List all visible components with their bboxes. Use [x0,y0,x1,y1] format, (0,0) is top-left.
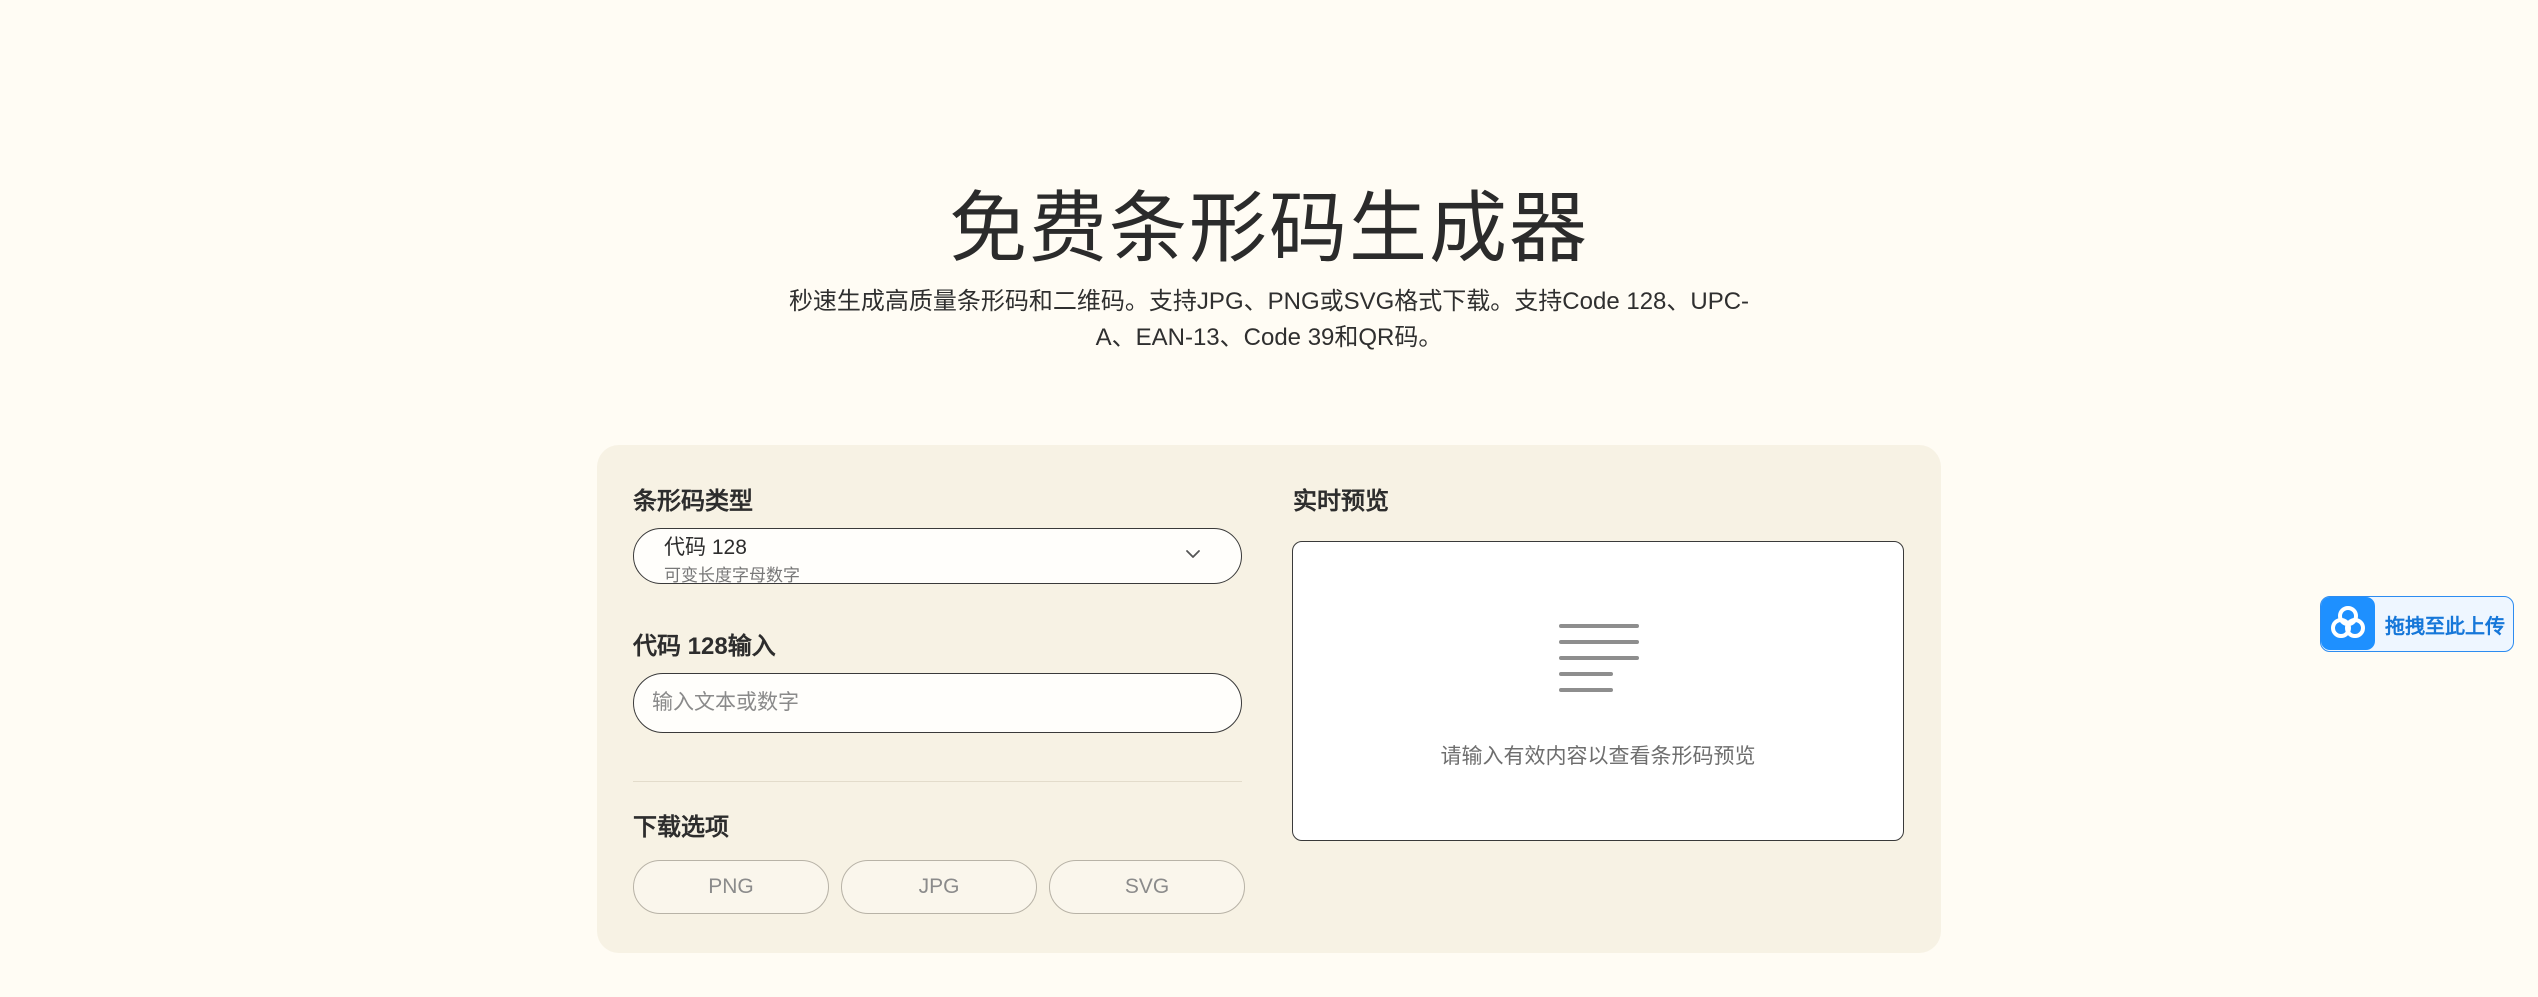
barcode-preview-box: 请输入有效内容以查看条形码预览 [1292,541,1904,841]
section-divider [633,781,1242,782]
download-options-label: 下载选项 [633,814,729,841]
page-subtitle: 秒速生成高质量条形码和二维码。支持JPG、PNG或SVG格式下载。支持Code … [788,288,1750,351]
download-svg-button[interactable]: SVG [1049,860,1245,914]
barcode-type-select[interactable]: 代码 128 可变长度字母数字 [633,528,1242,585]
page-title: 免费条形码生成器 [948,184,1589,274]
selected-type-description: 可变长度字母数字 [664,566,800,585]
selected-type-text: 代码 128 [664,536,747,559]
generator-card: 条形码类型 代码 128 可变长度字母数字 代码 128输入 下载选项 PNG … [597,445,1941,953]
barcode-type-label: 条形码类型 [633,488,753,515]
cloud-logo-icon [2321,597,2375,650]
drag-upload-widget[interactable]: 拖拽至此上传 [2320,596,2514,652]
download-jpg-button[interactable]: JPG [841,860,1037,914]
code-input-label: 代码 128输入 [633,633,776,660]
chevron-down-icon [1186,550,1200,558]
upload-widget-label: 拖拽至此上传 [2385,616,2505,638]
download-png-button[interactable]: PNG [633,860,829,914]
live-preview-label: 实时预览 [1293,488,1389,515]
preview-empty-message: 请输入有效内容以查看条形码预览 [1440,745,1756,768]
barcode-data-input[interactable] [633,673,1242,733]
text-lines-icon [1559,624,1639,692]
